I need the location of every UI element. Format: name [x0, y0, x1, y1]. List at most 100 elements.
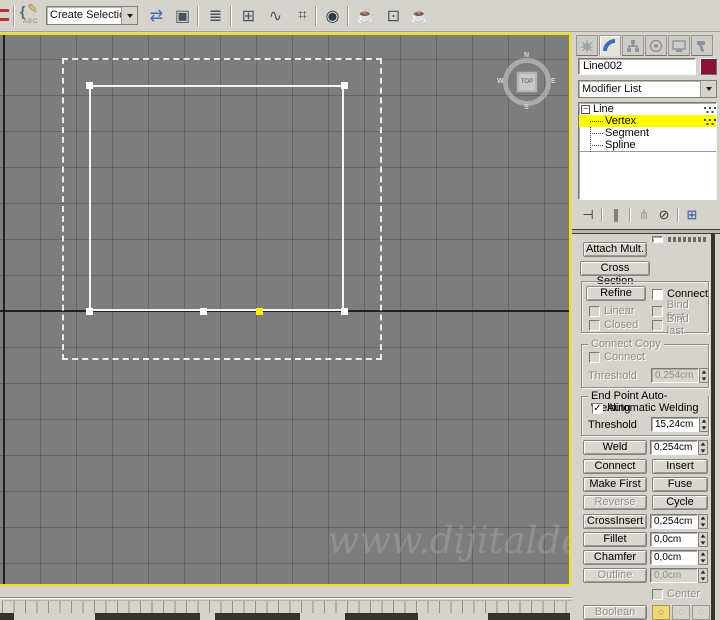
chamfer-button[interactable]: Chamfer — [583, 550, 647, 565]
show-end-result-icon[interactable]: ∥ — [606, 207, 626, 223]
rendered-frame-icon[interactable]: ⊡ — [381, 4, 406, 28]
snaps-toggle-icon[interactable] — [0, 9, 9, 21]
selection-set-dropdown[interactable]: Create Selection Se — [46, 6, 138, 25]
configure-modifier-sets-icon[interactable]: ⊞ — [682, 207, 702, 223]
status-field — [488, 613, 570, 620]
toolbar-separator — [13, 6, 15, 26]
chamfer-field[interactable]: 0,0cm — [650, 550, 698, 565]
quick-render-icon[interactable]: ☕ — [407, 4, 432, 28]
container-icon[interactable]: ⊞ — [236, 4, 261, 28]
viewcube-east[interactable]: E — [551, 78, 556, 85]
modifier-list-dropdown[interactable]: Modifier List — [578, 80, 717, 98]
stack-item-spline[interactable]: Spline — [579, 139, 716, 151]
boolean-union-icon[interactable]: ◌ — [652, 605, 670, 620]
geometry-rollout: Attach Mult. Cross Section Refine Connec… — [572, 234, 720, 620]
align-icon[interactable]: ▣ — [170, 4, 195, 28]
tab-modify[interactable] — [599, 35, 621, 56]
viewcube-north[interactable]: N — [524, 52, 529, 59]
fillet-button[interactable]: Fillet — [583, 532, 647, 547]
attach-mult-button[interactable]: Attach Mult. — [583, 242, 647, 257]
object-color-swatch[interactable] — [700, 58, 717, 75]
object-name-field[interactable]: Line002 — [578, 58, 696, 75]
viewcube-south[interactable]: S — [524, 104, 529, 111]
make-first-button[interactable]: Make First — [583, 477, 647, 492]
tab-hierarchy[interactable] — [622, 35, 644, 56]
cross-insert-field[interactable]: 0,254cm — [650, 514, 698, 529]
fillet-field[interactable]: 0,0cm — [650, 532, 698, 547]
fuse-button[interactable]: Fuse — [652, 477, 708, 492]
refine-group: Refine Connect Linear Bind first Closed … — [581, 281, 709, 337]
stack-item-vertex[interactable]: Vertex — [579, 115, 716, 127]
insert-button[interactable]: Insert — [652, 459, 708, 474]
tree-twig — [590, 145, 603, 146]
material-editor-icon[interactable]: ◉ — [320, 4, 345, 28]
weld-button[interactable]: Weld — [583, 440, 647, 455]
stack-toolbar: ⊣ ∥ ⋔ ⊘ ⊞ — [578, 206, 717, 224]
cycle-button[interactable]: Cycle — [652, 495, 708, 510]
cross-section-button[interactable]: Cross Section — [580, 261, 650, 287]
toolbar-separator — [315, 6, 317, 26]
subobject-dots-icon — [704, 107, 706, 109]
spinner[interactable] — [698, 550, 708, 565]
stack-item-line[interactable]: − Line — [579, 103, 716, 115]
main-toolbar: { ✎ ABC Create Selection Se ⇄ ▣ ≣ ⊞ ∿ ⌗ … — [0, 0, 720, 32]
automatic-welding-checkbox[interactable]: ✓ Automatic Welding — [592, 402, 699, 414]
dropdown-arrow-icon[interactable] — [700, 81, 716, 97]
schematic-view-icon[interactable]: ⌗ — [290, 4, 315, 28]
modifier-list-value: Modifier List — [582, 83, 642, 95]
remove-modifier-icon[interactable]: ⊘ — [654, 207, 674, 223]
track-bar — [0, 586, 574, 620]
tree-twig — [590, 133, 603, 134]
refine-button[interactable]: Refine — [586, 286, 646, 301]
tab-motion[interactable] — [645, 35, 667, 56]
viewcube-west[interactable]: W — [497, 78, 504, 85]
curve-editor-icon[interactable]: ∿ — [263, 4, 288, 28]
viewcube[interactable]: N S W E TOP — [497, 52, 556, 111]
vertex-handle[interactable] — [200, 308, 207, 315]
rollout-scrollbar[interactable] — [711, 234, 715, 620]
modify-icon — [603, 38, 616, 51]
auto-weld-group: End Point Auto-Welding ✓ Automatic Weldi… — [581, 390, 709, 436]
mirror-icon[interactable]: ⇄ — [144, 4, 169, 28]
grid-y-axis — [3, 35, 5, 584]
vertex-handle[interactable] — [86, 82, 93, 89]
create-icon — [580, 38, 594, 53]
weld-threshold-field[interactable]: 0,254cm — [650, 440, 698, 455]
vertex-handle[interactable] — [86, 308, 93, 315]
connect-copy-group: Connect Copy Connect Threshold 0,254cm — [581, 338, 709, 388]
tab-utilities[interactable] — [691, 35, 713, 56]
collapse-icon[interactable]: − — [581, 105, 590, 114]
modifier-stack: − Line Vertex Segment Spline — [578, 102, 717, 200]
make-unique-icon: ⋔ — [638, 207, 650, 222]
edit-named-selections-icon[interactable]: { ✎ ABC — [20, 1, 44, 29]
checkbox[interactable] — [652, 288, 663, 300]
vertex-handle[interactable] — [341, 308, 348, 315]
command-panel: Line002 Modifier List − Line Vertex Segm… — [572, 33, 720, 620]
render-setup-icon[interactable]: ☕ — [353, 4, 378, 28]
tab-display[interactable] — [668, 35, 690, 56]
spinner[interactable] — [699, 417, 709, 432]
spinner[interactable] — [698, 514, 708, 529]
dropdown-arrow-icon[interactable] — [121, 7, 137, 24]
reorient-checkbox-clipped — [652, 236, 663, 243]
viewport-top[interactable]: N S W E TOP www.dijitalde — [0, 33, 571, 586]
layer-manager-icon[interactable]: ≣ — [203, 4, 228, 28]
spinner[interactable] — [698, 440, 708, 455]
auto-weld-threshold-field[interactable]: 15,24cm — [651, 417, 699, 432]
vertex-handle[interactable] — [341, 82, 348, 89]
divider — [0, 597, 572, 599]
timeline-ruler[interactable] — [2, 600, 574, 613]
vertex-handle-selected[interactable] — [256, 308, 263, 315]
tab-create[interactable] — [576, 35, 598, 56]
connect-button[interactable]: Connect — [583, 459, 647, 474]
closed-checkbox: Closed — [589, 319, 638, 331]
pin-stack-icon[interactable]: ⊣ — [578, 207, 598, 223]
viewcube-top-face[interactable]: TOP — [516, 71, 538, 93]
spinner[interactable] — [698, 532, 708, 547]
status-field — [215, 613, 300, 620]
line-spline[interactable] — [89, 85, 344, 311]
cross-insert-button[interactable]: CrossInsert — [583, 514, 647, 529]
boolean-button: Boolean — [583, 605, 647, 620]
stack-item-segment[interactable]: Segment — [579, 127, 716, 139]
checkbox-checked[interactable]: ✓ — [592, 402, 603, 414]
